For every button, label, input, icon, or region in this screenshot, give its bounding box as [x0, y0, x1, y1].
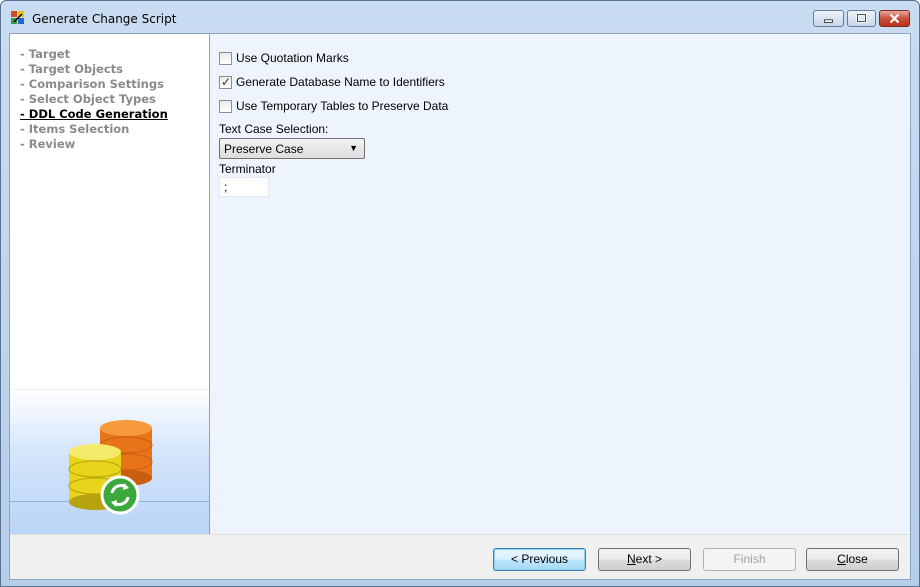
text-case-label: Text Case Selection:: [219, 122, 329, 136]
use-quotation-marks-label[interactable]: Use Quotation Marks: [236, 51, 349, 65]
close-button[interactable]: Close: [806, 548, 899, 571]
generate-db-name-option[interactable]: ✓ Generate Database Name to Identifiers: [219, 74, 445, 90]
close-icon: [889, 13, 900, 24]
step-select-object-types[interactable]: - Select Object Types: [20, 92, 168, 107]
wizard-button-bar: < Previous Next > Finish Close: [10, 534, 910, 579]
wizard-steps-panel: - Target - Target Objects - Comparison S…: [10, 34, 210, 534]
window-title: Generate Change Script: [32, 12, 177, 26]
use-temp-tables-checkbox[interactable]: [219, 99, 232, 113]
dialog-client-area: - Target - Target Objects - Comparison S…: [9, 33, 911, 580]
finish-button[interactable]: Finish: [703, 548, 796, 571]
generate-db-name-label[interactable]: Generate Database Name to Identifiers: [236, 75, 445, 89]
generate-db-name-checkbox[interactable]: ✓: [219, 74, 232, 89]
wizard-illustration: [10, 389, 209, 534]
step-target[interactable]: - Target: [20, 47, 168, 62]
close-mnemonic: C: [837, 552, 846, 566]
restore-button[interactable]: [847, 10, 876, 27]
close-label: lose: [845, 552, 868, 566]
wizard-steps-list: - Target - Target Objects - Comparison S…: [20, 47, 168, 152]
minimize-icon: [824, 19, 833, 23]
previous-button[interactable]: < Previous: [493, 548, 586, 571]
use-quotation-marks-option[interactable]: Use Quotation Marks: [219, 50, 349, 66]
step-target-objects[interactable]: - Target Objects: [20, 62, 168, 77]
title-bar[interactable]: Generate Change Script: [1, 1, 919, 33]
next-button[interactable]: Next >: [598, 548, 691, 571]
terminator-label: Terminator: [219, 162, 276, 176]
use-temp-tables-option[interactable]: Use Temporary Tables to Preserve Data: [219, 98, 448, 114]
step-items-selection[interactable]: - Items Selection: [20, 122, 168, 137]
minimize-button[interactable]: [813, 10, 844, 27]
close-window-button[interactable]: [879, 10, 910, 27]
restore-icon: [856, 13, 867, 23]
use-temp-tables-label[interactable]: Use Temporary Tables to Preserve Data: [236, 99, 448, 113]
checkmark-icon: ✓: [221, 74, 232, 89]
step-comparison-settings[interactable]: - Comparison Settings: [20, 77, 168, 92]
app-icon: [11, 11, 24, 24]
text-case-value: Preserve Case: [224, 142, 304, 156]
dialog-window: Generate Change Script - Target - Target…: [0, 0, 920, 587]
text-case-select[interactable]: Preserve Case ▼: [219, 138, 365, 159]
next-label: ext >: [635, 552, 663, 566]
database-sync-icon: [68, 420, 153, 515]
step-ddl-code-generation[interactable]: - DDL Code Generation: [20, 107, 168, 122]
ddl-options-panel: Use Quotation Marks ✓ Generate Database …: [211, 34, 910, 534]
dropdown-arrow-icon: ▼: [349, 143, 358, 153]
use-quotation-marks-checkbox[interactable]: [219, 51, 232, 65]
terminator-input[interactable]: ;: [219, 177, 269, 197]
next-mnemonic: N: [626, 552, 636, 566]
step-review[interactable]: - Review: [20, 137, 168, 152]
